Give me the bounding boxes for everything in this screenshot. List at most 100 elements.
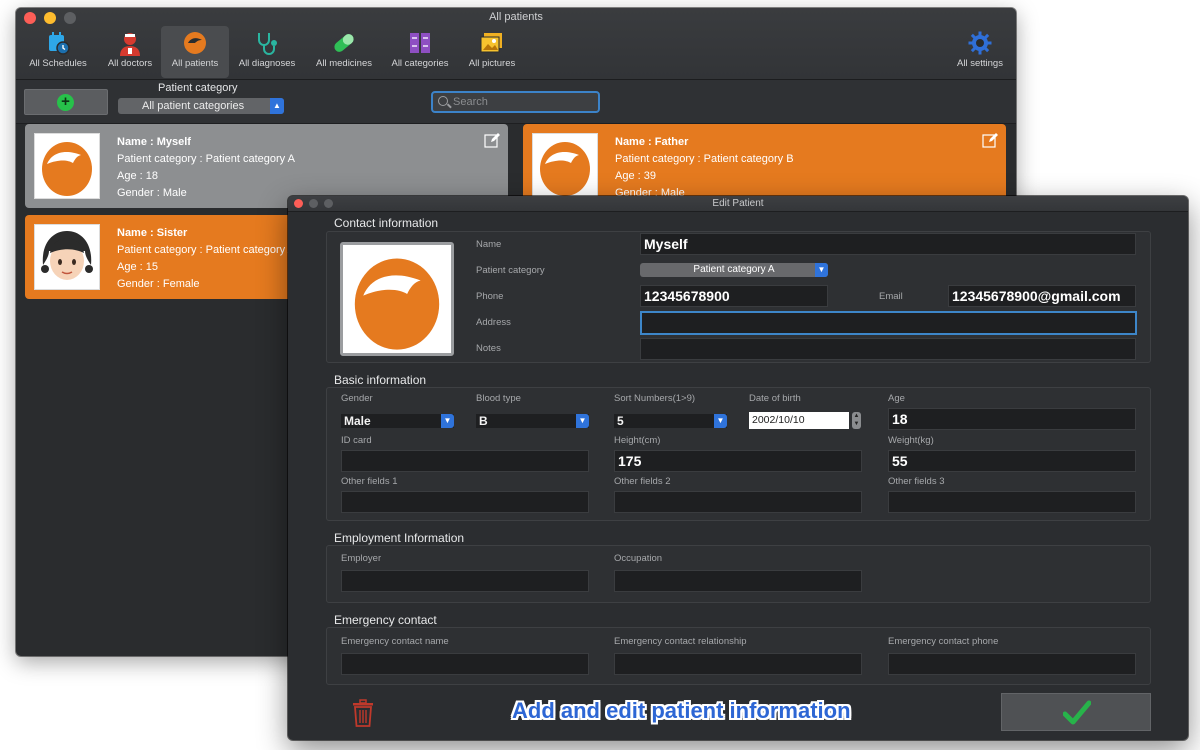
toolbar-label: All medicines: [316, 58, 372, 69]
chevron-down-icon: ▼︎: [441, 414, 454, 428]
emergency-phone-label: Emergency contact phone: [888, 636, 999, 647]
gender-label: Gender: [341, 393, 373, 404]
edit-patient-dialog: Edit Patient Contact information Name My…: [288, 196, 1188, 740]
main-titlebar: All patients All Schedules All doctors A…: [16, 8, 1016, 80]
gender-select[interactable]: Male ▼︎: [341, 414, 454, 428]
patient-category: Patient category : Patient category B: [615, 153, 794, 165]
emergency-name-field[interactable]: [341, 653, 589, 675]
emergency-relationship-label: Emergency contact relationship: [614, 636, 747, 647]
chevron-down-icon: ▼︎: [815, 263, 828, 277]
phone-label: Phone: [476, 291, 504, 302]
email-field[interactable]: 12345678900@gmail.com: [948, 285, 1136, 307]
employer-label: Employer: [341, 553, 382, 564]
other-fields-2-field[interactable]: [614, 491, 862, 513]
search-placeholder: Search: [453, 96, 488, 108]
confirm-button[interactable]: [1001, 693, 1151, 731]
name-field[interactable]: Myself: [640, 233, 1136, 255]
plus-circle-icon: +: [57, 94, 74, 111]
toolbar-all-settings[interactable]: All settings: [946, 26, 1014, 78]
toolbar-label: All diagnoses: [238, 58, 296, 69]
toolbar-all-schedules[interactable]: All Schedules: [24, 26, 92, 78]
emergency-section-title: Emergency contact: [334, 613, 437, 627]
patient-category-select[interactable]: All patient categories ▲︎: [118, 98, 284, 114]
employment-section-title: Employment Information: [334, 531, 465, 545]
sort-number-select[interactable]: 5 ▼︎: [614, 414, 727, 428]
toolbar-label: All pictures: [468, 58, 516, 69]
patient-category-value: Patient category A: [693, 264, 775, 275]
trash-icon[interactable]: [351, 699, 375, 727]
gear-icon: [968, 31, 992, 55]
orange-head-avatar: [34, 133, 100, 199]
weight-field[interactable]: 55: [888, 450, 1136, 472]
name-label: Name: [476, 239, 502, 250]
patient-info: Name : Myself Patient category : Patient…: [117, 134, 295, 202]
toolbar-all-patients[interactable]: All patients: [161, 26, 229, 78]
chevron-down-icon: ▼︎: [576, 414, 589, 428]
chevron-updown-icon: ▲︎: [270, 98, 284, 114]
sort-number-value: 5: [617, 414, 624, 428]
toolbar-all-pictures[interactable]: All pictures: [458, 26, 526, 78]
age-label: Age: [888, 393, 905, 404]
address-field[interactable]: [640, 311, 1137, 335]
toolbar-all-doctors[interactable]: All doctors: [96, 26, 164, 78]
height-label: Height(cm): [614, 435, 661, 446]
toolbar-label: All patients: [171, 58, 219, 69]
add-patient-button[interactable]: +: [24, 89, 108, 115]
employer-field[interactable]: [341, 570, 589, 592]
blood-type-label: Blood type: [476, 393, 521, 404]
categories-icon: [410, 33, 430, 53]
other-fields-3-label: Other fields 3: [888, 476, 945, 487]
search-icon: [438, 96, 448, 106]
edit-icon[interactable]: [484, 132, 500, 148]
girl-emoji-avatar: [34, 224, 100, 290]
dob-stepper[interactable]: ▲︎ ▼︎: [852, 412, 861, 429]
dialog-title: Edit Patient: [712, 198, 764, 209]
patient-age: Age : 39: [615, 170, 656, 182]
patient-gender: Gender : Male: [117, 187, 187, 199]
orange-head-avatar: [354, 258, 440, 350]
checkmark-icon: [1063, 700, 1091, 725]
toolbar-all-medicines[interactable]: All medicines: [310, 26, 378, 78]
toolbar-label: All Schedules: [29, 58, 87, 69]
notes-field[interactable]: [640, 338, 1136, 360]
other-fields-1-field[interactable]: [341, 491, 589, 513]
toolbar-label: All doctors: [107, 58, 153, 69]
pill-icon: [334, 34, 354, 52]
patient-name: Name : Father: [615, 136, 689, 148]
height-field[interactable]: 175: [614, 450, 862, 472]
blood-type-select[interactable]: B ▼︎: [476, 414, 589, 428]
patient-name: Name : Sister: [117, 227, 188, 239]
gender-value: Male: [344, 414, 371, 428]
patient-category: Patient category : Patient category A: [117, 153, 295, 165]
patient-photo[interactable]: [340, 242, 454, 356]
occupation-label: Occupation: [614, 553, 663, 564]
toolbar-all-diagnoses[interactable]: All diagnoses: [233, 26, 301, 78]
patient-age: Age : 18: [117, 170, 158, 182]
patient-category: Patient category : Patient category A: [117, 244, 295, 256]
email-label: Email: [879, 291, 903, 302]
avatar-image: [540, 142, 590, 196]
emergency-relationship-field[interactable]: [614, 653, 862, 675]
phone-field[interactable]: 12345678900: [640, 285, 828, 307]
weight-label: Weight(kg): [888, 435, 934, 446]
id-card-field[interactable]: [341, 450, 589, 472]
emergency-name-label: Emergency contact name: [341, 636, 449, 647]
patient-name: Name : Myself: [117, 136, 191, 148]
toolbar-all-categories[interactable]: All categories: [386, 26, 454, 78]
other-fields-3-field[interactable]: [888, 491, 1136, 513]
patient-category-select[interactable]: Patient category A ▼︎: [640, 263, 828, 277]
age-field[interactable]: 18: [888, 408, 1136, 430]
occupation-field[interactable]: [614, 570, 862, 592]
patient-icon: [184, 32, 206, 54]
search-input[interactable]: Search: [431, 91, 600, 113]
contact-section-title: Contact information: [334, 216, 439, 230]
emergency-phone-field[interactable]: [888, 653, 1136, 675]
dialog-titlebar: Edit Patient: [288, 196, 1188, 212]
edit-icon[interactable]: [982, 132, 998, 148]
other-fields-1-label: Other fields 1: [341, 476, 398, 487]
chevron-down-icon: ▼︎: [714, 414, 727, 428]
blood-type-value: B: [479, 414, 488, 428]
dob-field[interactable]: 2002/10/10: [749, 412, 849, 429]
caption-text: Add and edit patient information: [512, 698, 851, 723]
toolbar-label: All settings: [957, 58, 1003, 69]
